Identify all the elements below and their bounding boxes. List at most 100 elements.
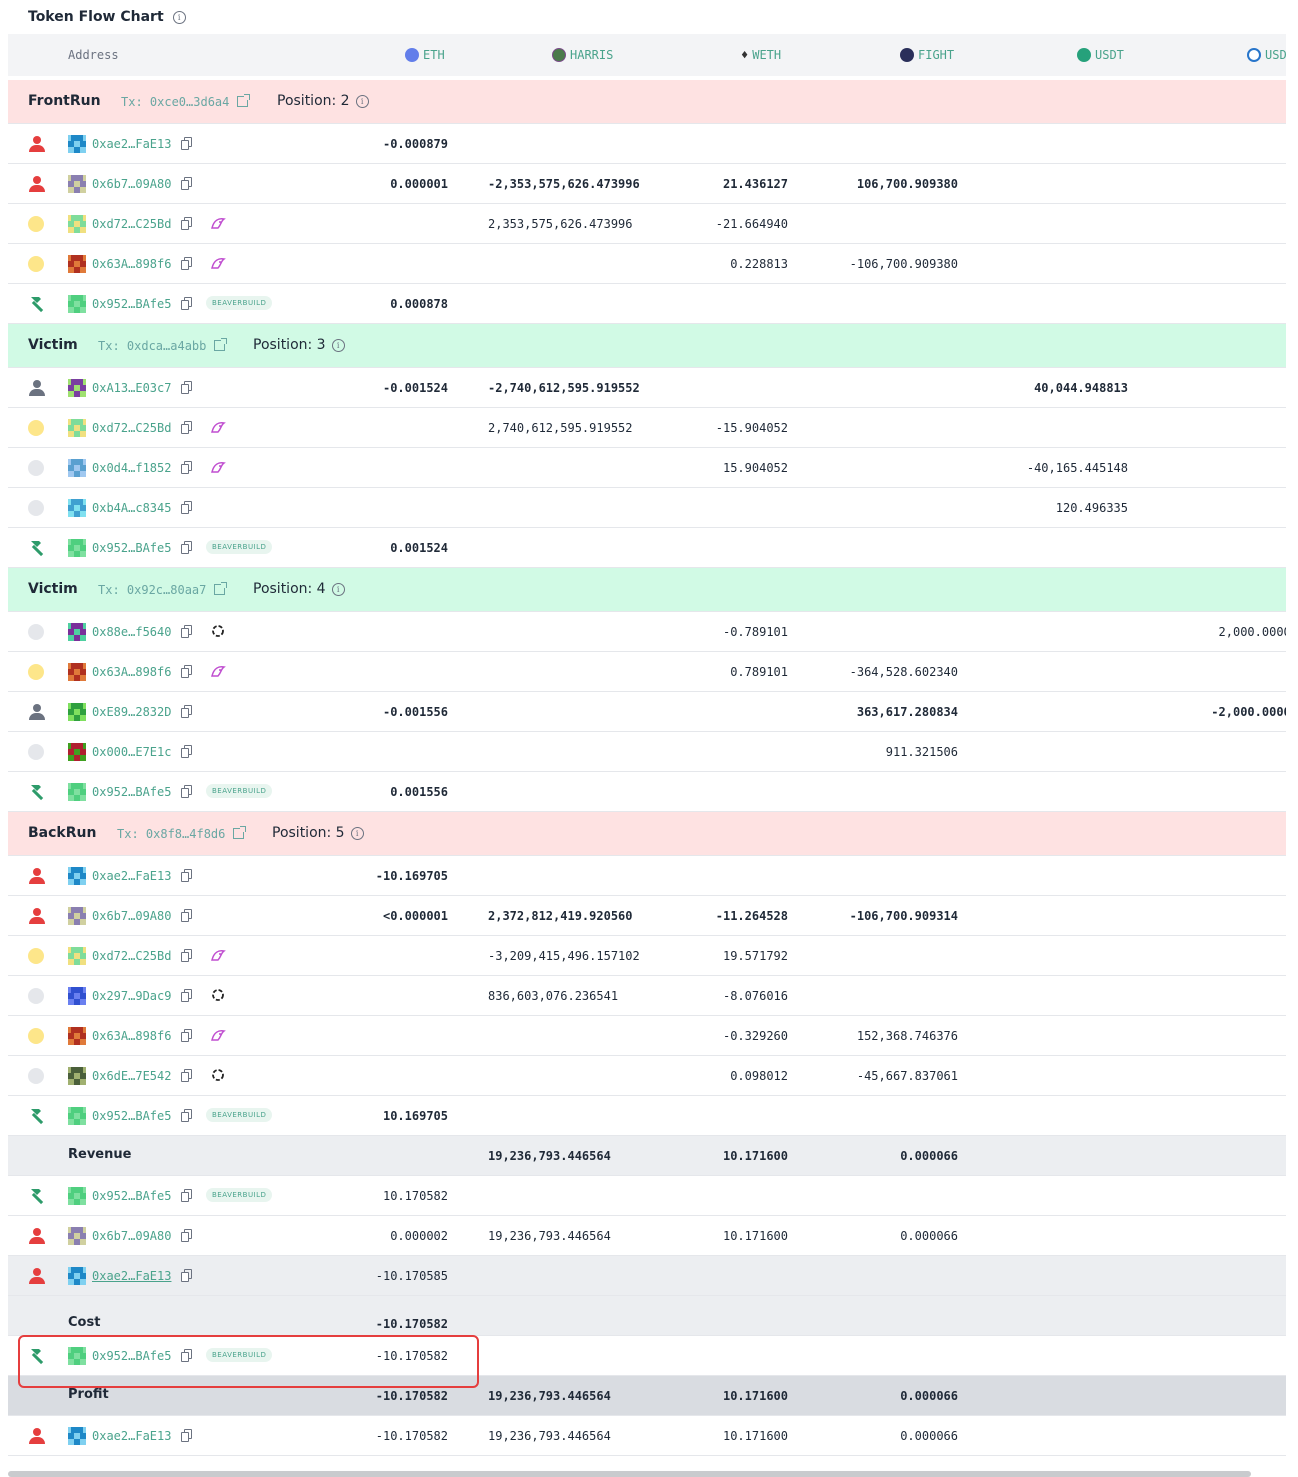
external-link-icon[interactable] [214,338,228,351]
uniswap-icon[interactable] [210,948,226,965]
address-link[interactable]: 0x952…BAfe5 [92,297,171,311]
tx-link[interactable]: Tx: 0xce0…3d6a4 [121,94,251,109]
balancer-icon[interactable] [210,1068,226,1085]
copy-icon[interactable] [181,625,192,638]
address-link[interactable]: 0x6b7…09A80 [92,1229,171,1243]
copy-icon[interactable] [181,869,192,882]
copy-icon[interactable] [181,1189,192,1202]
col-eth[interactable]: ETH [405,48,445,62]
address-link[interactable]: 0x63A…898f6 [92,665,171,679]
copy-icon[interactable] [181,217,192,230]
col-weth[interactable]: ♦ WETH [741,48,781,62]
avatar [68,907,86,925]
address-link[interactable]: 0x000…E7E1c [92,745,171,759]
col-harris[interactable]: HARRIS [552,48,613,62]
copy-icon[interactable] [181,297,192,310]
avatar [68,947,86,965]
address-link[interactable]: 0x88e…f5640 [92,625,171,639]
address-link[interactable]: 0x952…BAfe5 [92,541,171,555]
address-link[interactable]: 0xd72…C25Bd [92,217,171,231]
info-icon[interactable]: i [172,10,186,24]
copy-icon[interactable] [181,745,192,758]
external-link-icon[interactable] [237,94,251,107]
address-link[interactable]: 0x6dE…7E542 [92,1069,171,1083]
address-link[interactable]: 0x952…BAfe5 [92,1189,171,1203]
info-icon[interactable]: i [331,583,345,596]
address-link[interactable]: 0xae2…FaE13 [92,1429,171,1443]
copy-icon[interactable] [181,461,192,474]
copy-icon[interactable] [181,949,192,962]
tx-link[interactable]: Tx: 0xdca…a4abb [98,338,228,353]
external-link-icon[interactable] [233,826,247,839]
value-cell: 19,236,793.446564 [488,1149,611,1163]
copy-icon[interactable] [181,989,192,1002]
copy-icon[interactable] [181,1109,192,1122]
attacker-icon [28,908,46,924]
copy-icon[interactable] [181,705,192,718]
copy-icon[interactable] [181,1029,192,1042]
copy-icon[interactable] [181,541,192,554]
address-link[interactable]: 0xae2…FaE13 [92,137,171,151]
table-row: 0x6dE…7E542 0.098012 -45,667.837061 [8,1056,1286,1096]
copy-icon[interactable] [181,665,192,678]
uniswap-icon[interactable] [210,460,226,477]
col-fight[interactable]: FIGHT [900,48,954,62]
copy-icon[interactable] [181,137,192,150]
address-link[interactable]: 0x63A…898f6 [92,1029,171,1043]
copy-icon[interactable] [181,501,192,514]
address-link[interactable]: 0xd72…C25Bd [92,421,171,435]
copy-icon[interactable] [181,1269,192,1282]
uniswap-icon[interactable] [210,664,226,681]
value-cell: -0.329260 [722,1029,788,1043]
address-link[interactable]: 0xae2…FaE13 [92,869,171,883]
copy-icon[interactable] [181,909,192,922]
pool-dot-icon [28,256,44,272]
uniswap-icon[interactable] [210,1028,226,1045]
external-link-icon[interactable] [214,582,228,595]
value-cell: 2,353,575,626.473996 [488,217,633,231]
uniswap-icon[interactable] [210,216,226,233]
balancer-icon[interactable] [210,624,226,641]
section-name: FrontRun [28,93,101,109]
balancer-icon[interactable] [210,988,226,1005]
address-link[interactable]: 0x0d4…f1852 [92,461,171,475]
address-link[interactable]: 0xE89…2832D [92,705,171,719]
address-link[interactable]: 0xb4A…c8345 [92,501,171,515]
copy-icon[interactable] [181,785,192,798]
address-link[interactable]: 0x6b7…09A80 [92,909,171,923]
address-link[interactable]: 0xA13…E03c7 [92,381,171,395]
address-link[interactable]: 0x952…BAfe5 [92,1109,171,1123]
col-usdt[interactable]: USDT [1077,48,1124,62]
copy-icon[interactable] [181,1229,192,1242]
copy-icon[interactable] [181,1429,192,1442]
value-cell: -10.170582 [375,1429,448,1443]
avatar [68,175,86,193]
avatar [68,783,86,801]
tx-link[interactable]: Tx: 0x8f8…4f8d6 [117,826,247,841]
col-usdc[interactable]: USD [1247,48,1286,62]
uniswap-icon[interactable] [210,420,226,437]
horizontal-scrollbar[interactable] [8,1471,1251,1477]
copy-icon[interactable] [181,1069,192,1082]
info-icon[interactable]: i [331,339,345,352]
value-cell: -11.264528 [715,909,788,923]
address-link[interactable]: 0x6b7…09A80 [92,177,171,191]
address-link[interactable]: 0x63A…898f6 [92,257,171,271]
summary-label: Revenue [68,1147,132,1162]
address-link[interactable]: 0xae2…FaE13 [92,1269,171,1283]
info-icon[interactable]: i [355,95,369,108]
copy-icon[interactable] [181,177,192,190]
uniswap-icon[interactable] [210,256,226,273]
summary-row: Cost -10.170582 [8,1296,1286,1336]
address-link[interactable]: 0x952…BAfe5 [92,785,171,799]
value-cell: 911.321506 [885,745,958,759]
value-cell: 0.001524 [390,541,448,555]
tx-link[interactable]: Tx: 0x92c…80aa7 [98,582,228,597]
position-text: Position: 2 [277,93,350,109]
copy-icon[interactable] [181,421,192,434]
info-icon[interactable]: i [350,827,364,840]
copy-icon[interactable] [181,257,192,270]
copy-icon[interactable] [181,381,192,394]
address-link[interactable]: 0x297…9Dac9 [92,989,171,1003]
address-link[interactable]: 0xd72…C25Bd [92,949,171,963]
